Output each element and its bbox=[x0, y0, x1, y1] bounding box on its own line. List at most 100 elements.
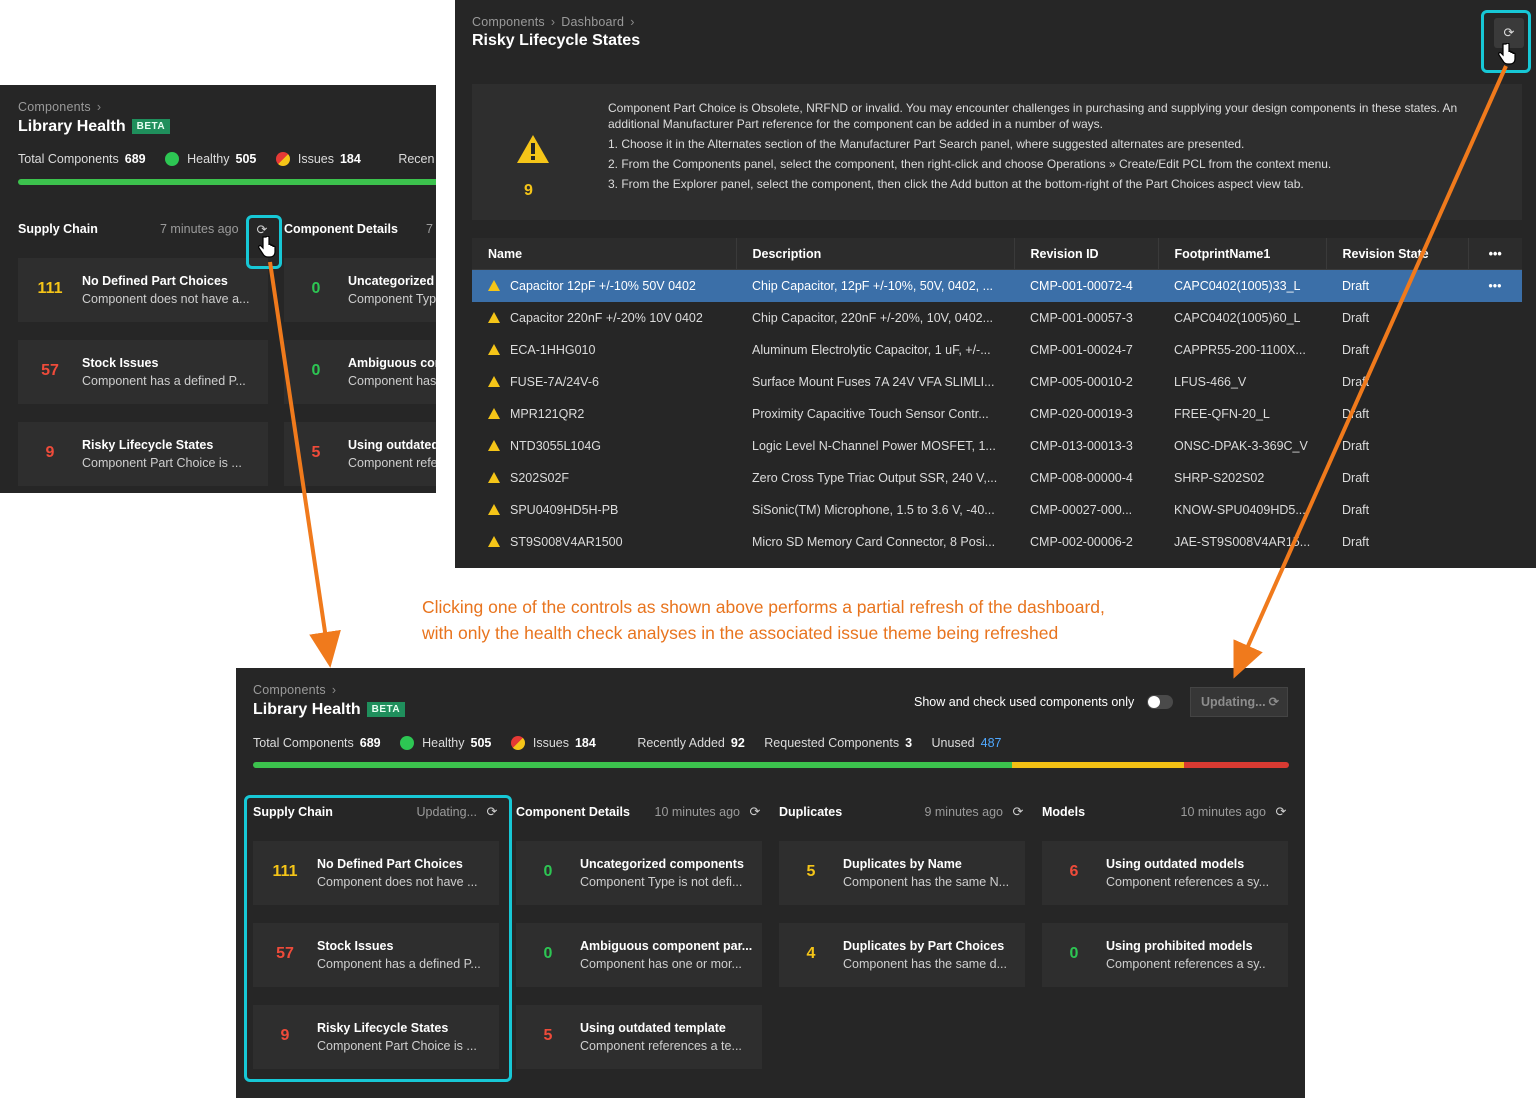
healthy-icon bbox=[400, 736, 415, 750]
card-count: 0 bbox=[311, 280, 321, 297]
row-more-icon[interactable] bbox=[1468, 526, 1522, 558]
cell-text: Draft bbox=[1342, 279, 1370, 293]
refresh-icon[interactable]: ⟳ bbox=[1011, 805, 1025, 819]
total-value: 689 bbox=[124, 152, 146, 166]
chevron-right-icon: › bbox=[96, 100, 102, 114]
section-name: Models bbox=[1042, 805, 1086, 819]
left-library-health-panel: Components › Library Health BETA Total Com… bbox=[0, 85, 436, 493]
updating-button[interactable]: Updating... ⟳ bbox=[1190, 687, 1288, 717]
cell-name: ECA-1HHG010 bbox=[472, 334, 736, 366]
cell-revision-state: Draft bbox=[1326, 398, 1468, 430]
cell-text: CMP-020-00019-3 bbox=[1030, 407, 1133, 421]
warning-icon bbox=[488, 536, 500, 547]
breadcrumb: Components › Dashboard › bbox=[472, 15, 641, 29]
column-header-name[interactable]: Name bbox=[472, 238, 737, 270]
page-title: Library Health BETA bbox=[253, 701, 406, 719]
table-row[interactable]: MPR121QR2 Proximity Capacitive Touch Sens… bbox=[472, 398, 1522, 430]
card-title: Ambiguous component par... bbox=[580, 939, 753, 953]
section-name: Duplicates bbox=[779, 805, 843, 819]
card-desc: Component has the same N... bbox=[843, 875, 1010, 889]
card-desc: Component has the same d... bbox=[843, 957, 1007, 971]
cell-text: MPR121QR2 bbox=[510, 407, 585, 421]
cell-text: LFUS-466_V bbox=[1174, 375, 1247, 389]
cell-name: SPU0409HD5H-PB bbox=[472, 494, 736, 526]
table-row[interactable]: SPU0409HD5H-PB SiSonic(TM) Microphone, 1.… bbox=[472, 494, 1522, 526]
card-count: 5 bbox=[806, 863, 816, 880]
section-header: Duplicates 9 minutes ago ⟳ bbox=[779, 805, 1025, 820]
card-using-outdated[interactable]: 5 Using outdated Component refe bbox=[284, 422, 436, 486]
more-options-icon[interactable]: ••• bbox=[1468, 238, 1522, 270]
chevron-right-icon: › bbox=[550, 15, 556, 29]
health-bar-green bbox=[18, 179, 436, 185]
callout-caption: Clicking one of the controls as shown ab… bbox=[422, 594, 1105, 646]
cell-text: Draft bbox=[1342, 535, 1370, 549]
info-text: Component Part Choice is Obsolete, NRFND… bbox=[608, 100, 1508, 196]
card-count: 5 bbox=[311, 444, 321, 461]
cell-text: Draft bbox=[1342, 311, 1370, 325]
issue-card[interactable]: 0 Uncategorized components Component Type … bbox=[516, 841, 762, 905]
card-count: 0 bbox=[543, 863, 553, 880]
cell-text: ONSC-DPAK-3-369C_V bbox=[1174, 439, 1308, 453]
card-ambiguous[interactable]: 0 Ambiguous com Component has bbox=[284, 340, 436, 404]
breadcrumb-components[interactable]: Components bbox=[472, 15, 545, 29]
cell-revision-state: Draft bbox=[1326, 269, 1468, 302]
cell-text: Draft bbox=[1342, 375, 1370, 389]
cell-text: CMP-001-00057-3 bbox=[1030, 311, 1133, 325]
breadcrumb-dashboard[interactable]: Dashboard bbox=[561, 15, 624, 29]
column-header-revision-id[interactable]: Revision ID bbox=[1014, 238, 1159, 270]
table-row[interactable]: NTD3055L104G Logic Level N-Channel Power … bbox=[472, 430, 1522, 462]
health-bar-yellow bbox=[1012, 762, 1185, 768]
cell-description: SiSonic(TM) Microphone, 1.5 to 3.6 V, -4… bbox=[736, 494, 1014, 526]
table-row[interactable]: ST9S008V4AR1500 Micro SD Memory Card Conn… bbox=[472, 526, 1522, 558]
cell-description: Zero Cross Type Triac Output SSR, 240 V,… bbox=[736, 462, 1014, 494]
beta-badge: BETA bbox=[366, 702, 406, 717]
cell-revision-state: Draft bbox=[1326, 526, 1468, 558]
row-more-icon[interactable] bbox=[1468, 302, 1522, 334]
table-row[interactable]: FUSE-7A/24V-6 Surface Mount Fuses 7A 24V … bbox=[472, 366, 1522, 398]
cell-footprint: FREE-QFN-20_L bbox=[1158, 398, 1326, 430]
row-more-icon[interactable]: ••• bbox=[1468, 269, 1522, 302]
cell-text: Aluminum Electrolytic Capacitor, 1 uF, +… bbox=[752, 343, 991, 357]
page-title: Risky Lifecycle States bbox=[472, 32, 641, 49]
card-risky-lifecycle-states[interactable]: 9 Risky Lifecycle States Component Part … bbox=[18, 422, 268, 486]
breadcrumb-components[interactable]: Components bbox=[253, 683, 326, 697]
card-stock-issues[interactable]: 57 Stock Issues Component has a defined … bbox=[18, 340, 268, 404]
row-more-icon[interactable] bbox=[1468, 494, 1522, 526]
column-header-description[interactable]: Description bbox=[736, 238, 1015, 270]
cell-revision-id: CMP-00027-000... bbox=[1014, 494, 1158, 526]
row-more-icon[interactable] bbox=[1468, 462, 1522, 494]
table-row[interactable]: Capacitor 12pF +/-10% 50V 0402 Chip Capac… bbox=[472, 269, 1522, 302]
card-title: Using outdated models bbox=[1106, 857, 1245, 871]
row-more-icon[interactable] bbox=[1468, 366, 1522, 398]
row-more-icon[interactable] bbox=[1468, 430, 1522, 462]
refresh-icon[interactable]: ⟳ bbox=[748, 805, 762, 819]
cell-revision-id: CMP-002-00006-2 bbox=[1014, 526, 1158, 558]
table-row[interactable]: S202S02F Zero Cross Type Triac Output SSR… bbox=[472, 462, 1522, 494]
row-more-icon[interactable] bbox=[1468, 334, 1522, 366]
card-no-defined-part-choices[interactable]: 111 No Defined Part Choices Component do… bbox=[18, 258, 268, 322]
table-row[interactable]: Capacitor 220nF +/-20% 10V 0402 Chip Capa… bbox=[472, 302, 1522, 334]
card-uncategorized[interactable]: 0 Uncategorized Component Typ bbox=[284, 258, 436, 322]
breadcrumb-components[interactable]: Components bbox=[18, 100, 91, 114]
refresh-icon[interactable]: ⟳ bbox=[1274, 805, 1288, 819]
unused-value[interactable]: 487 bbox=[981, 736, 1002, 750]
column-header-footprint[interactable]: FootprintName1 bbox=[1158, 238, 1327, 270]
cell-text: Zero Cross Type Triac Output SSR, 240 V,… bbox=[752, 471, 998, 485]
cell-text: CAPPR55-200-1100X... bbox=[1174, 343, 1306, 357]
cell-description: Chip Capacitor, 220nF +/-20%, 10V, 0402.… bbox=[736, 302, 1014, 334]
warning-icon bbox=[517, 135, 549, 163]
column-header-revision-state[interactable]: Revision State bbox=[1326, 238, 1469, 270]
issue-card[interactable]: 0 Ambiguous component par... Component has… bbox=[516, 923, 762, 987]
cell-text: CAPC0402(1005)60_L bbox=[1174, 311, 1301, 325]
used-only-toggle[interactable] bbox=[1147, 695, 1173, 709]
issue-card[interactable]: 4 Duplicates by Part Choices Component has… bbox=[779, 923, 1025, 987]
issue-card[interactable]: 5 Using outdated template Component refere… bbox=[516, 1005, 762, 1069]
issue-card[interactable]: 5 Duplicates by Name Component has the sam… bbox=[779, 841, 1025, 905]
table-row[interactable]: ECA-1HHG010 Aluminum Electrolytic Capacit… bbox=[472, 334, 1522, 366]
row-more-icon[interactable] bbox=[1468, 398, 1522, 430]
card-count: 111 bbox=[37, 280, 63, 297]
cell-revision-id: CMP-008-00000-4 bbox=[1014, 462, 1158, 494]
section-name: Component Details bbox=[516, 805, 630, 819]
issue-card[interactable]: 6 Using outdated models Component referenc… bbox=[1042, 841, 1288, 905]
issue-card[interactable]: 0 Using prohibited models Component refere… bbox=[1042, 923, 1288, 987]
